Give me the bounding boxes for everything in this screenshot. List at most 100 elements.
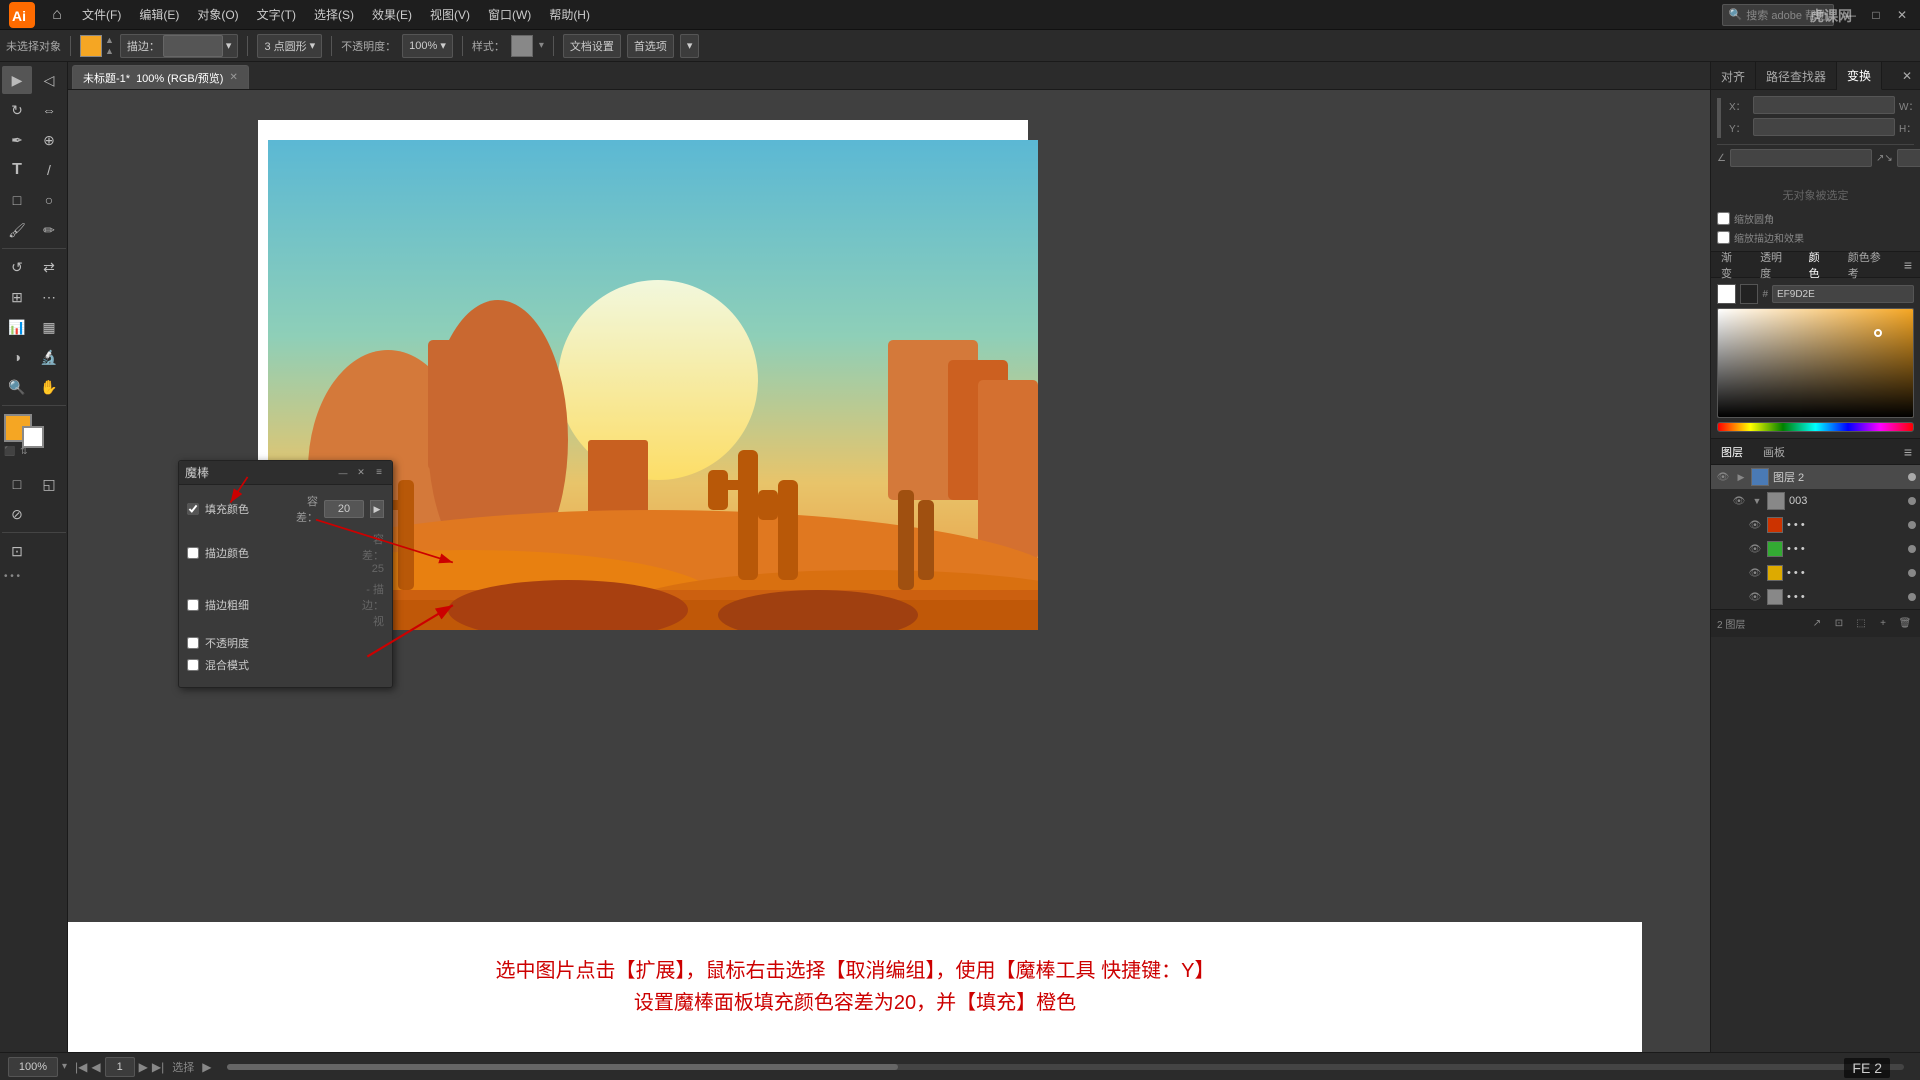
eyedropper-tool[interactable]: 🔬 (34, 343, 64, 371)
menu-select[interactable]: 选择(S) (306, 4, 362, 25)
layer-003-eye-icon[interactable]: 👁 (1731, 493, 1747, 509)
zoom-input[interactable] (8, 1057, 58, 1077)
right-panel-close[interactable]: ✕ (1894, 62, 1920, 89)
prefs-extra-btn[interactable]: ▾ (680, 34, 700, 58)
bar-graph-tool[interactable]: ▦ (34, 313, 64, 341)
layer-003-expand-icon[interactable]: ▼ (1751, 495, 1763, 507)
blend-mode-checkbox[interactable] (187, 659, 199, 671)
warp-tool[interactable]: ⋯ (34, 283, 64, 311)
rotate-tool[interactable]: ↻ (2, 96, 32, 124)
style-swatch[interactable] (511, 35, 533, 57)
menu-object[interactable]: 对象(O) (189, 4, 246, 25)
hue-slider[interactable] (1717, 422, 1914, 432)
more-tools[interactable]: • • • (2, 567, 65, 586)
layer-color-yellow[interactable]: 👁 • • • (1711, 561, 1920, 585)
layer-color-gray[interactable]: 👁 • • • (1711, 585, 1920, 609)
layers-create-sub-btn[interactable]: ⬚ (1852, 615, 1870, 633)
menu-window[interactable]: 窗口(W) (480, 4, 539, 25)
layer-2-item[interactable]: 👁 ▶ 图层 2 (1711, 465, 1920, 489)
page-next-btn[interactable]: ▶ (139, 1060, 148, 1074)
x-input[interactable] (1753, 96, 1895, 114)
transform-tool[interactable]: ⇔ (34, 96, 64, 124)
layers-make-clip-btn[interactable]: ⊡ (1830, 615, 1848, 633)
hand-tool[interactable]: ✋ (34, 373, 64, 401)
layers-new-btn[interactable]: + (1874, 615, 1892, 633)
layer-green-eye-icon[interactable]: 👁 (1747, 541, 1763, 557)
tab-color[interactable]: 颜色 (1799, 252, 1838, 278)
stroke-selector[interactable]: 描边： ▾ (120, 34, 239, 58)
tab-pathfinder[interactable]: 路径查找器 (1756, 62, 1837, 90)
artboard-tool[interactable]: ⊡ (2, 537, 32, 565)
panel-minimize-btn[interactable]: — (336, 466, 350, 480)
stroke-color-checkbox[interactable] (187, 547, 199, 559)
menu-edit[interactable]: 编辑(E) (131, 4, 187, 25)
panel-close-btn[interactable]: ✕ (354, 466, 368, 480)
preferences-btn[interactable]: 首选项 (627, 34, 674, 58)
shear-input[interactable] (1897, 149, 1920, 167)
layer-color-green[interactable]: 👁 • • • (1711, 537, 1920, 561)
menu-help[interactable]: 帮助(H) (541, 4, 598, 25)
maximize-btn[interactable]: □ (1866, 5, 1886, 25)
tab-transform[interactable]: 变换 (1837, 62, 1882, 90)
document-tab[interactable]: 未标题-1* 100% (RGB/预览) ✕ (72, 65, 249, 89)
rect-tool[interactable]: □ (2, 186, 32, 214)
layer-003-item[interactable]: 👁 ▼ 003 (1711, 489, 1920, 513)
menu-file[interactable]: 文件(F) (74, 4, 129, 25)
layer-yellow-eye-icon[interactable]: 👁 (1747, 565, 1763, 581)
rotate2-tool[interactable]: ↺ (2, 253, 32, 281)
color-picker-dot[interactable] (1874, 329, 1882, 337)
default-colors-icon[interactable]: ⬛ (4, 446, 15, 457)
page-input[interactable] (105, 1057, 135, 1077)
black-swatch[interactable] (1740, 284, 1759, 304)
background-color[interactable] (22, 426, 44, 448)
menu-text[interactable]: 文字(T) (249, 4, 304, 25)
anchor-tool[interactable]: ⊕ (34, 126, 64, 154)
menu-effect[interactable]: 效果(E) (364, 4, 420, 25)
page-prev-btn[interactable]: ◀ (91, 1060, 100, 1074)
layer-color-red[interactable]: 👁 • • • (1711, 513, 1920, 537)
layers-delete-btn[interactable]: 🗑 (1896, 615, 1914, 633)
layer-gray-eye-icon[interactable]: 👁 (1747, 589, 1763, 605)
progress-bar[interactable] (227, 1064, 1904, 1070)
tab-transparency[interactable]: 透明度 (1750, 252, 1799, 278)
pencil-tool[interactable]: ✏ (34, 216, 64, 244)
layer-red-eye-icon[interactable]: 👁 (1747, 517, 1763, 533)
layers-menu-btn[interactable]: ≡ (1896, 439, 1920, 464)
layer-2-eye-icon[interactable]: 👁 (1715, 469, 1731, 485)
fill-tolerance-input[interactable] (324, 500, 364, 518)
graph-tool[interactable]: 📊 (2, 313, 32, 341)
home-icon[interactable]: ⌂ (42, 1, 72, 29)
tab-close-btn[interactable]: ✕ (229, 72, 237, 83)
play-btn[interactable]: ▶ (202, 1060, 211, 1074)
y-input[interactable] (1753, 118, 1895, 136)
tab-align[interactable]: 对齐 (1711, 62, 1756, 90)
tab-layers[interactable]: 图层 (1711, 439, 1753, 465)
mirror-tool[interactable]: ⇄ (34, 253, 64, 281)
line-tool[interactable]: / (34, 156, 64, 184)
fill-tolerance-increase-btn[interactable]: ▶ (370, 500, 384, 518)
stroke-width-checkbox[interactable] (187, 599, 199, 611)
tab-gradient[interactable]: 渐变 (1711, 252, 1750, 278)
scale-tool[interactable]: ⊞ (2, 283, 32, 311)
panel-menu-btn[interactable]: ≡ (372, 466, 386, 480)
pen-tool[interactable]: ✒ (2, 126, 32, 154)
angle-input[interactable] (1730, 149, 1872, 167)
brush-tool[interactable]: 🖌 (2, 216, 32, 244)
text-tool[interactable]: T (2, 156, 32, 184)
layers-navigate-btn[interactable]: ↗ (1808, 615, 1826, 633)
hex-input[interactable] (1772, 285, 1914, 303)
color-gradient-picker[interactable] (1717, 308, 1914, 418)
opacity-value[interactable]: 100% ▾ (402, 34, 453, 58)
page-last-btn[interactable]: ▶| (152, 1060, 164, 1074)
direct-select-tool[interactable]: ◁ (34, 66, 64, 94)
zoom-tool[interactable]: 🔍 (2, 373, 32, 401)
gradient-tool[interactable]: ◑ (2, 343, 32, 371)
none-swatch[interactable]: ⊘ (2, 500, 32, 528)
fill-color-swatch[interactable] (80, 35, 102, 57)
color-panel-menu[interactable]: ≡ (1896, 257, 1920, 273)
tab-artboards[interactable]: 画板 (1753, 439, 1795, 465)
swap-colors-icon[interactable]: ⇅ (20, 446, 28, 457)
color-mode-btn[interactable]: □ (2, 470, 32, 498)
tab-color-ref[interactable]: 颜色参考 (1838, 252, 1896, 278)
layer-2-expand-icon[interactable]: ▶ (1735, 471, 1747, 483)
